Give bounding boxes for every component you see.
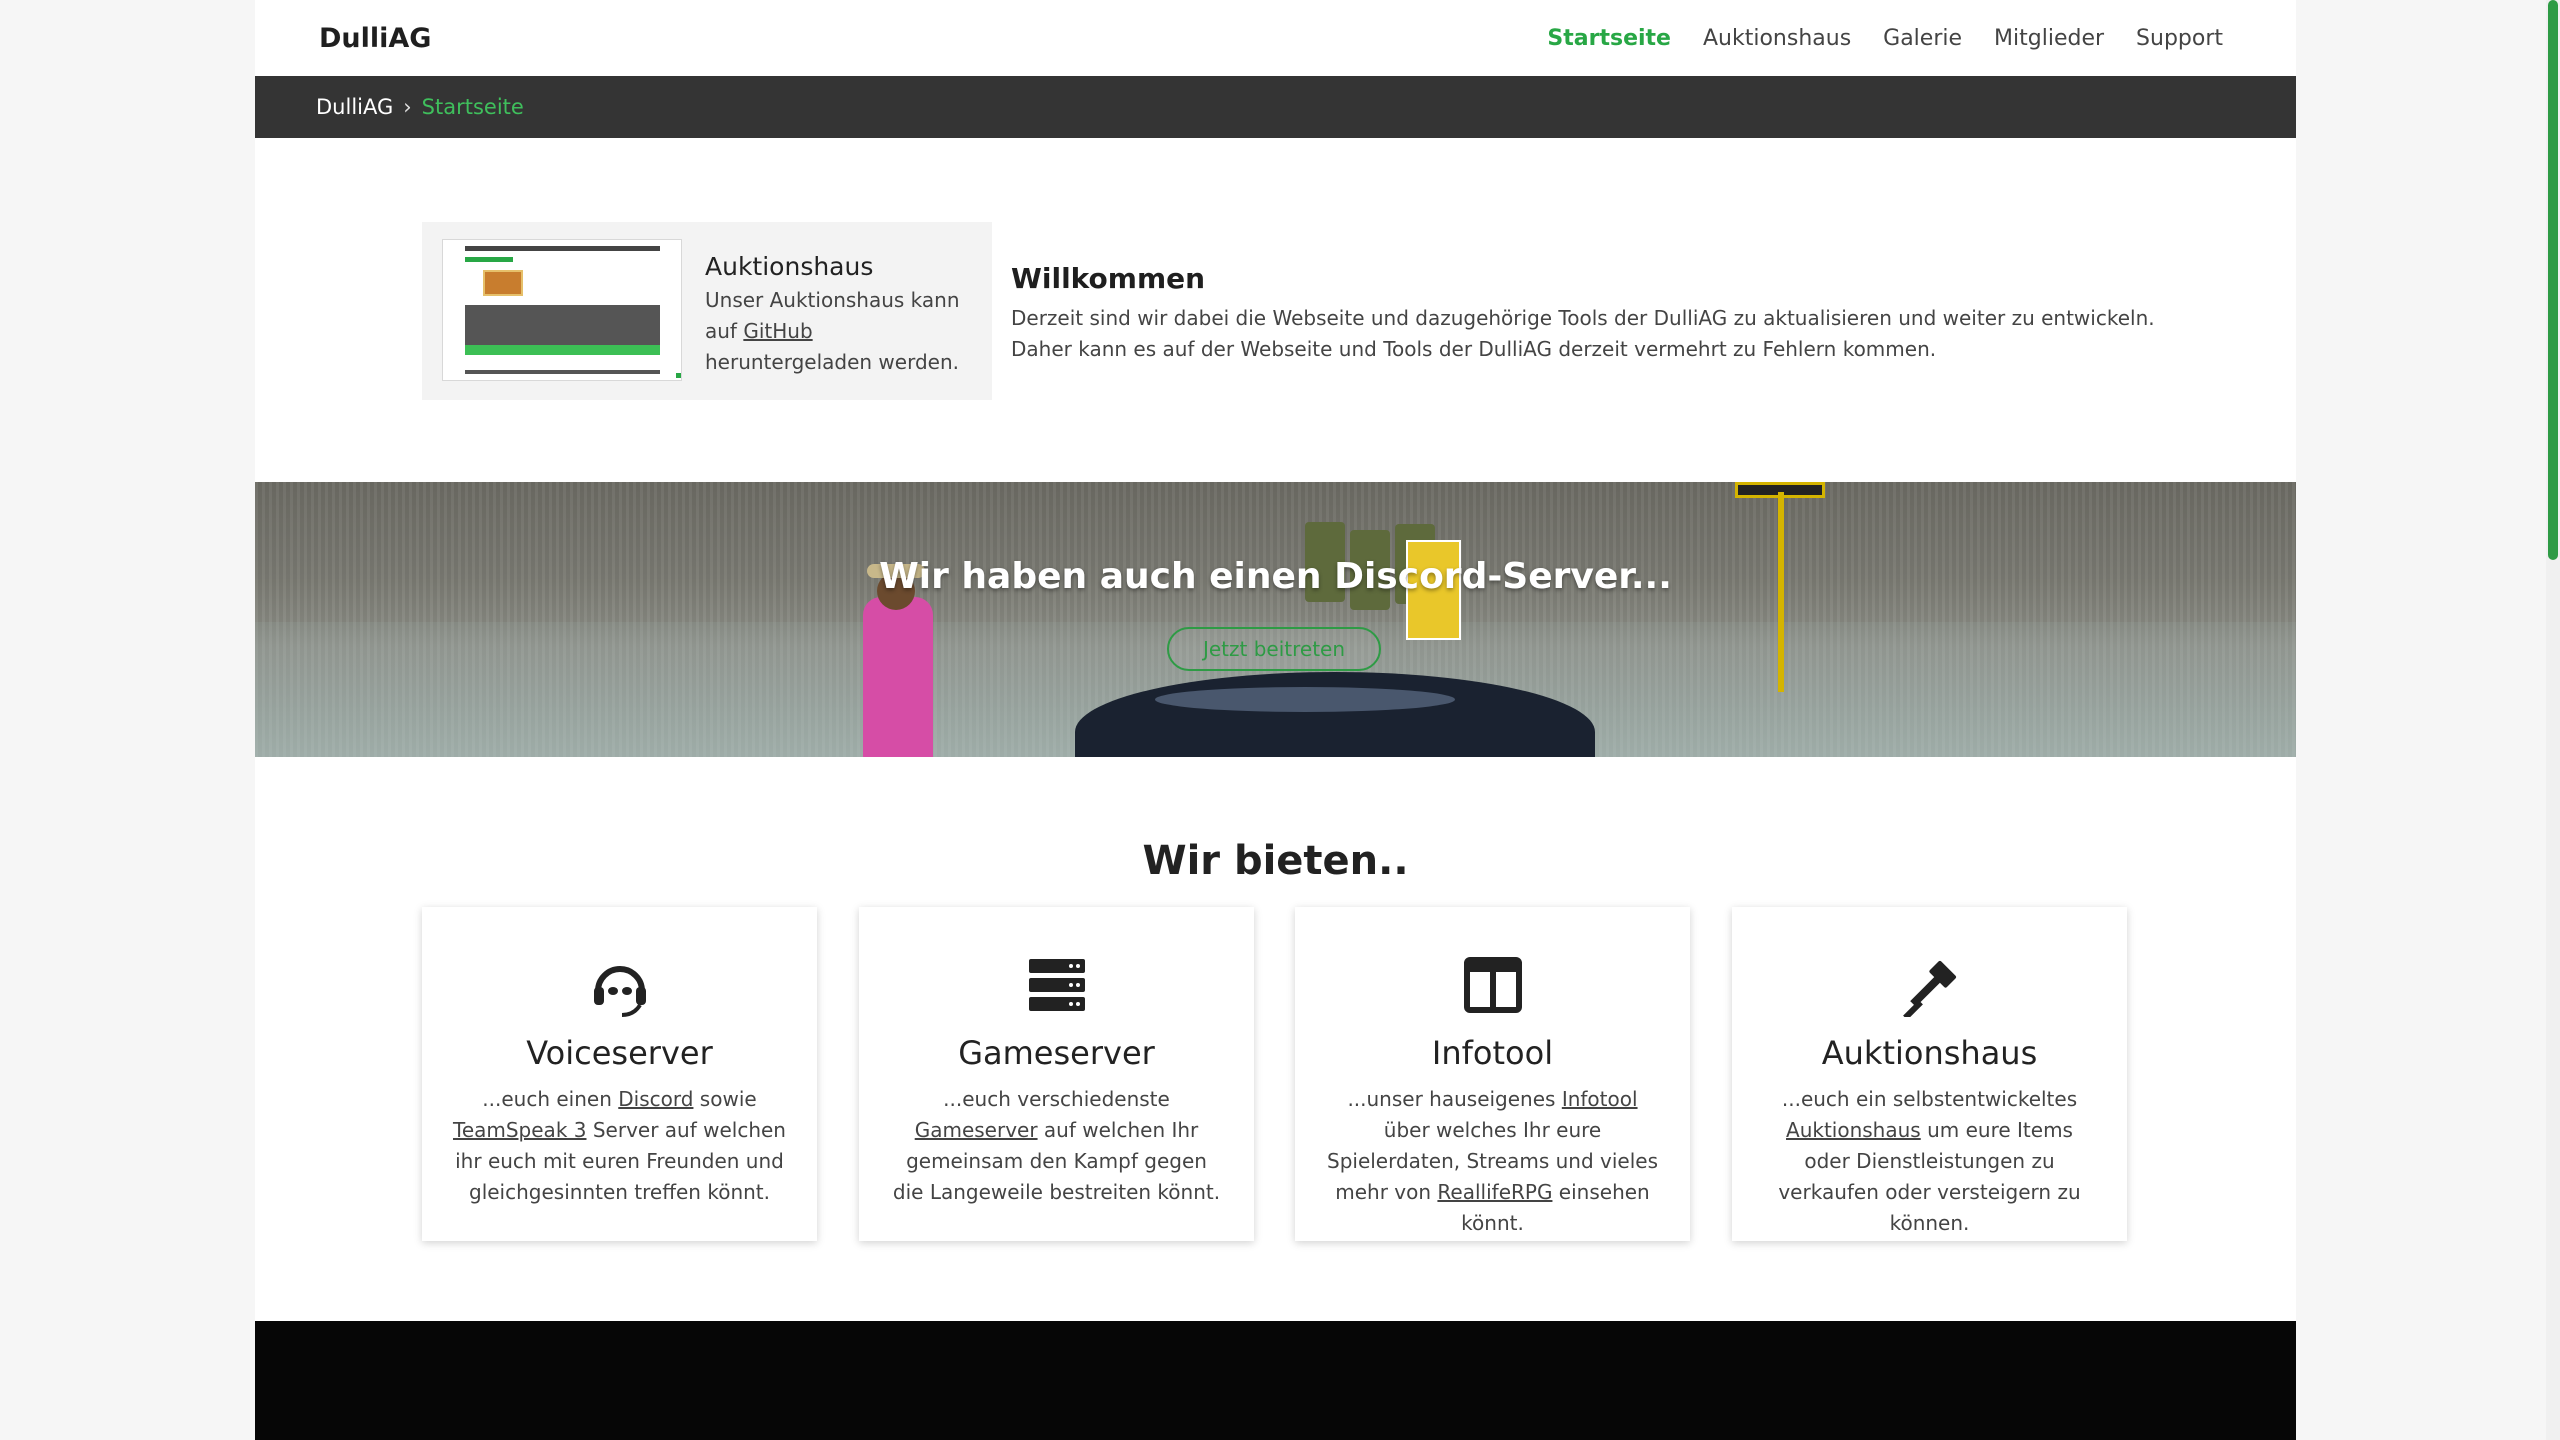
footer xyxy=(255,1321,2296,1440)
welcome-line-1: Derzeit sind wir dabei die Webseite und … xyxy=(1011,306,2155,330)
auktionshaus-card-desc: Unser Auktionshaus kann auf GitHub herun… xyxy=(705,285,975,378)
gameserver-link[interactable]: Gameserver xyxy=(915,1118,1038,1142)
offer-card-desc: ...euch ein selbstentwickeltes Auktionsh… xyxy=(1778,1087,2081,1235)
game-character xyxy=(863,597,933,757)
teamspeak-link[interactable]: TeamSpeak 3 xyxy=(453,1118,586,1142)
auktionshaus-card-title: Auktionshaus xyxy=(705,252,874,281)
offer-card-infotool: Infotool ...unser hauseigenes Infotool ü… xyxy=(1295,907,1690,1241)
gavel-icon xyxy=(1732,957,2127,1017)
intro-section: Auktionshaus Unser Auktionshaus kann auf… xyxy=(255,138,2296,482)
scrollbar-thumb[interactable] xyxy=(2548,0,2558,560)
offer-card-gameserver: Gameserver ...euch verschiedenste Gamese… xyxy=(859,907,1254,1241)
github-link[interactable]: GitHub xyxy=(743,319,812,343)
auktionshaus-screenshot xyxy=(442,239,682,381)
offer-card-title: Voiceserver xyxy=(526,1034,713,1072)
offer-card-title: Infotool xyxy=(1431,1034,1554,1072)
welcome-line-2: Daher kann es auf der Webseite und Tools… xyxy=(1011,337,1937,361)
offer-card-title: Gameserver xyxy=(958,1034,1155,1072)
desc-text: heruntergeladen werden. xyxy=(705,350,959,374)
navbar: DulliAG Startseite Auktionshaus Galerie … xyxy=(255,0,2296,76)
offer-card-desc: ...unser hauseigenes Infotool über welch… xyxy=(1327,1087,1658,1235)
nav-item-startseite[interactable]: Startseite xyxy=(1547,26,1671,51)
main-nav: Startseite Auktionshaus Galerie Mitglied… xyxy=(1547,26,2223,51)
discord-banner: Wir haben auch einen Discord-Server... J… xyxy=(255,482,2296,757)
banner-title: Wir haben auch einen Discord-Server... xyxy=(879,556,1672,597)
auktionshaus-link[interactable]: Auktionshaus xyxy=(1786,1118,1921,1142)
offer-card-desc: ...euch einen Discord sowie TeamSpeak 3 … xyxy=(453,1087,786,1204)
nav-item-auktionshaus[interactable]: Auktionshaus xyxy=(1703,26,1851,51)
page-scrollbar[interactable] xyxy=(2546,0,2560,1440)
nav-item-mitglieder[interactable]: Mitglieder xyxy=(1994,26,2104,51)
brand-logo[interactable]: DulliAG xyxy=(319,23,431,54)
headset-icon xyxy=(422,957,817,1017)
breadcrumb-root[interactable]: DulliAG xyxy=(316,95,393,119)
breadcrumb-separator: › xyxy=(403,95,412,119)
discord-link[interactable]: Discord xyxy=(618,1087,693,1111)
breadcrumb: DulliAG › Startseite xyxy=(255,76,2296,138)
offer-card-title: Auktionshaus xyxy=(1821,1034,2038,1072)
offer-card-auktionshaus: Auktionshaus ...euch ein selbstentwickel… xyxy=(1732,907,2127,1241)
auktionshaus-card: Auktionshaus Unser Auktionshaus kann auf… xyxy=(422,222,992,400)
join-discord-button[interactable]: Jetzt beitreten xyxy=(1167,627,1381,671)
offer-card-desc: ...euch verschiedenste Gameserver auf we… xyxy=(892,1087,1221,1204)
columns-icon xyxy=(1295,957,1690,1013)
reallliferpg-link[interactable]: ReallifeRPG xyxy=(1437,1180,1552,1204)
page: DulliAG Startseite Auktionshaus Galerie … xyxy=(255,0,2296,1440)
nav-item-galerie[interactable]: Galerie xyxy=(1883,26,1962,51)
offer-card-voiceserver: Voiceserver ...euch einen Discord sowie … xyxy=(422,907,817,1241)
breadcrumb-current: Startseite xyxy=(421,95,524,119)
offers-title: Wir bieten.. xyxy=(1142,838,1409,884)
infotool-link[interactable]: Infotool xyxy=(1562,1087,1638,1111)
welcome-title: Willkommen xyxy=(1011,262,1206,295)
nav-item-support[interactable]: Support xyxy=(2136,26,2223,51)
server-icon xyxy=(859,957,1254,1013)
welcome-block: Willkommen Derzeit sind wir dabei die We… xyxy=(1011,262,2211,365)
offers-cards: Voiceserver ...euch einen Discord sowie … xyxy=(422,907,2128,1241)
